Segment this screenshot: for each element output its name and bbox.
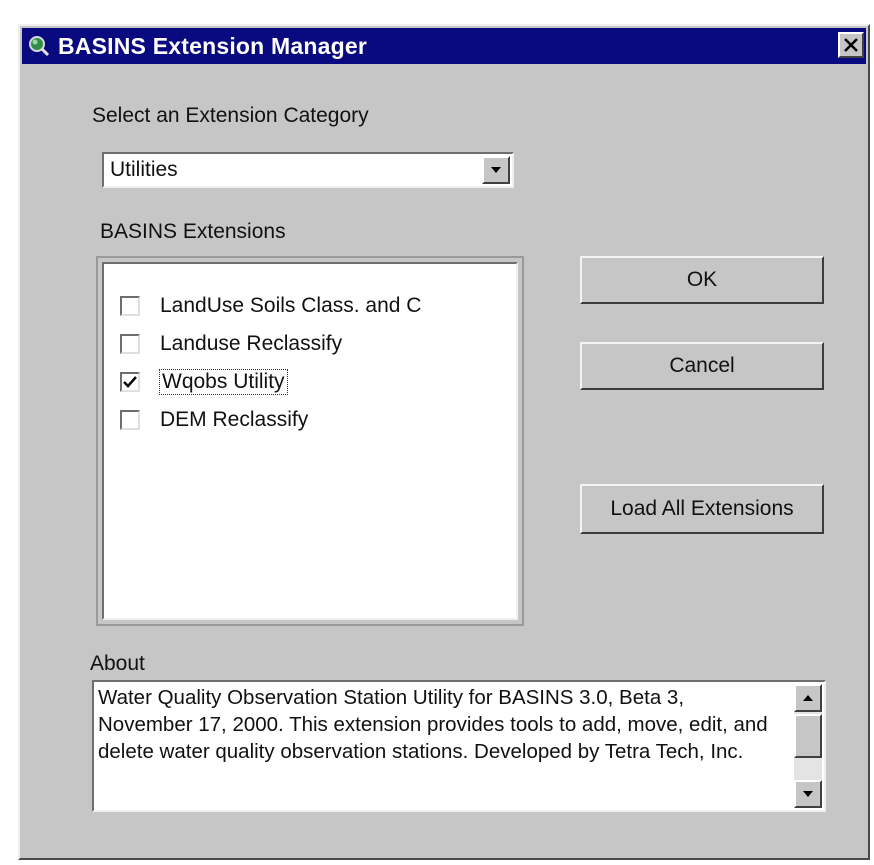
checkbox-checked[interactable]	[120, 372, 140, 392]
checkbox[interactable]	[120, 334, 140, 354]
load-all-extensions-button[interactable]: Load All Extensions	[580, 484, 824, 534]
close-button[interactable]	[838, 32, 864, 58]
vertical-scrollbar[interactable]	[794, 684, 822, 808]
arrow-down-icon	[803, 791, 813, 797]
extension-item-label: LandUse Soils Class. and C	[160, 294, 422, 317]
extensions-label: BASINS Extensions	[100, 220, 286, 243]
category-dropdown[interactable]: Utilities	[102, 152, 514, 188]
checkbox[interactable]	[120, 410, 140, 430]
scroll-up-button[interactable]	[794, 684, 822, 712]
magnifier-globe-icon	[28, 35, 50, 57]
extensions-list[interactable]: LandUse Soils Class. and C Landuse Recla…	[102, 262, 518, 620]
extension-item[interactable]: LandUse Soils Class. and C	[120, 290, 421, 322]
dropdown-arrow-button[interactable]	[482, 156, 510, 184]
extension-item[interactable]: DEM Reclassify	[120, 404, 308, 436]
about-description: Water Quality Observation Station Utilit…	[98, 686, 768, 763]
about-textbox[interactable]: Water Quality Observation Station Utilit…	[92, 680, 826, 812]
category-label: Select an Extension Category	[92, 104, 369, 127]
extension-item[interactable]: Wqobs Utility	[120, 366, 288, 398]
category-selected-value: Utilities	[110, 158, 178, 181]
arrow-up-icon	[803, 695, 813, 701]
cancel-button[interactable]: Cancel	[580, 342, 824, 390]
chevron-down-icon	[491, 167, 501, 173]
extensions-list-frame: LandUse Soils Class. and C Landuse Recla…	[96, 256, 524, 626]
scroll-down-button[interactable]	[794, 780, 822, 808]
close-x-icon	[844, 38, 858, 52]
extension-item-label: Landuse Reclassify	[160, 332, 343, 355]
window-title: BASINS Extension Manager	[58, 32, 367, 59]
about-label: About	[90, 652, 145, 675]
extension-manager-dialog: BASINS Extension Manager Select an Exten…	[18, 24, 870, 860]
scroll-thumb[interactable]	[794, 714, 822, 758]
title-bar[interactable]: BASINS Extension Manager	[22, 28, 866, 64]
checkmark-icon	[123, 376, 137, 388]
extension-item-label: Wqobs Utility	[159, 369, 288, 395]
extension-item-label: DEM Reclassify	[160, 408, 309, 431]
ok-button[interactable]: OK	[580, 256, 824, 304]
checkbox[interactable]	[120, 296, 140, 316]
extension-item[interactable]: Landuse Reclassify	[120, 328, 342, 360]
